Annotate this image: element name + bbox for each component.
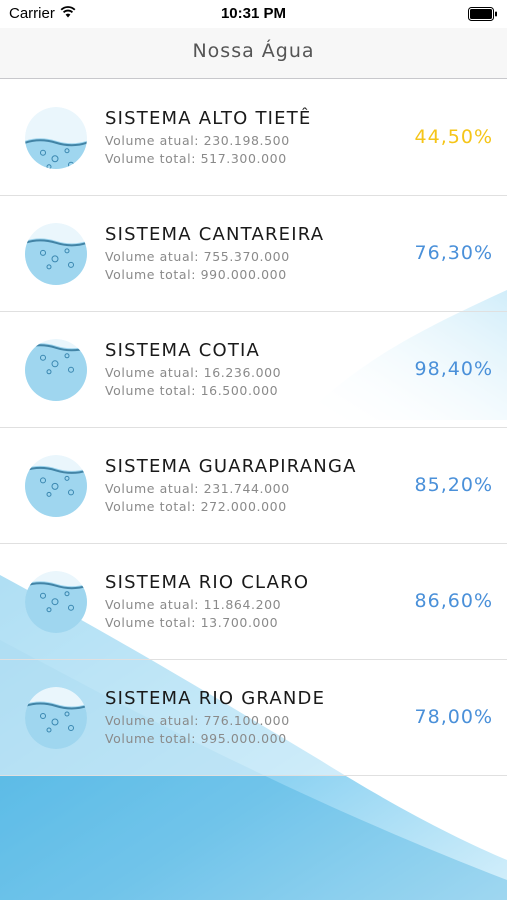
water-thumbnail-icon — [25, 107, 87, 169]
system-row[interactable]: SISTEMA GUARAPIRANGA Volume atual: 231.74… — [0, 428, 507, 544]
percent-value: 44,50% — [414, 126, 493, 148]
system-name: SISTEMA RIO GRANDE — [105, 688, 326, 709]
percent-value: 86,60% — [414, 590, 493, 612]
systems-list: SISTEMA ALTO TIETÊ Volume atual: 230.198.… — [0, 80, 507, 776]
water-thumbnail-icon — [25, 223, 87, 285]
volume-atual: Volume atual: 230.198.500 — [105, 133, 290, 148]
system-row[interactable]: SISTEMA CANTAREIRA Volume atual: 755.370.… — [0, 196, 507, 312]
battery-icon — [468, 7, 498, 25]
percent-value: 76,30% — [414, 242, 493, 264]
volume-atual: Volume atual: 231.744.000 — [105, 481, 290, 496]
water-thumbnail-icon — [25, 339, 87, 401]
status-time: 10:31 PM — [220, 5, 287, 22]
system-row[interactable]: SISTEMA RIO CLARO Volume atual: 11.864.20… — [0, 544, 507, 660]
water-thumbnail-icon — [25, 571, 87, 633]
volume-total: Volume total: 995.000.000 — [105, 731, 287, 746]
system-name: SISTEMA GUARAPIRANGA — [105, 456, 357, 477]
volume-total: Volume total: 517.300.000 — [105, 151, 287, 166]
volume-total: Volume total: 13.700.000 — [105, 615, 279, 630]
page-title: Nossa Água — [192, 40, 315, 62]
system-row[interactable]: SISTEMA RIO GRANDE Volume atual: 776.100.… — [0, 660, 507, 776]
volume-atual: Volume atual: 755.370.000 — [105, 249, 290, 264]
percent-value: 85,20% — [414, 474, 493, 496]
status-bar: Carrier 10:31 PM — [0, 0, 507, 28]
volume-atual: Volume atual: 776.100.000 — [105, 713, 290, 728]
volume-atual: Volume atual: 11.864.200 — [105, 597, 282, 612]
system-name: SISTEMA COTIA — [105, 340, 261, 361]
system-row[interactable]: SISTEMA COTIA Volume atual: 16.236.000 Vol… — [0, 312, 507, 428]
system-name: SISTEMA ALTO TIETÊ — [105, 108, 312, 129]
system-name: SISTEMA CANTAREIRA — [105, 224, 325, 245]
percent-value: 98,40% — [414, 358, 493, 380]
navigation-bar: Nossa Água — [0, 28, 507, 79]
water-thumbnail-icon — [25, 687, 87, 749]
system-row[interactable]: SISTEMA ALTO TIETÊ Volume atual: 230.198.… — [0, 80, 507, 196]
system-name: SISTEMA RIO CLARO — [105, 572, 310, 593]
water-thumbnail-icon — [25, 455, 87, 517]
volume-total: Volume total: 16.500.000 — [105, 383, 279, 398]
volume-atual: Volume atual: 16.236.000 — [105, 365, 282, 380]
volume-total: Volume total: 990.000.000 — [105, 267, 287, 282]
volume-total: Volume total: 272.000.000 — [105, 499, 287, 514]
percent-value: 78,00% — [414, 706, 493, 728]
